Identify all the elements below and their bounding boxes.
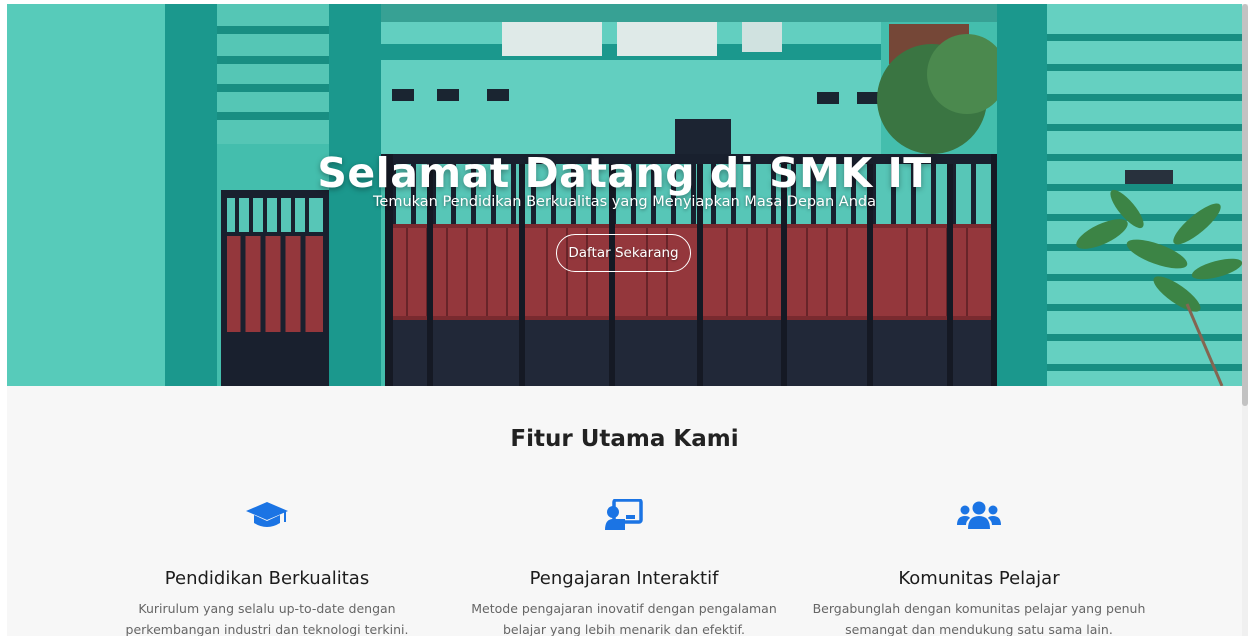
chalkboard-teacher-icon bbox=[451, 498, 797, 532]
vertical-scrollbar[interactable] bbox=[1242, 4, 1248, 636]
feature-title: Pendidikan Berkualitas bbox=[164, 568, 370, 589]
hero-subtitle: Temukan Pendidikan Berkualitas yang Meny… bbox=[373, 194, 876, 210]
hero-section: Selamat Datang di SMK IT Temukan Pendidi… bbox=[7, 4, 1242, 386]
users-icon bbox=[806, 498, 1152, 532]
feature-card-interactive-teaching: Pengajaran Interaktif Metode pengajaran … bbox=[451, 498, 797, 636]
feature-title: Komunitas Pelajar bbox=[898, 568, 1060, 589]
feature-card-quality-education: Pendidikan Berkualitas Kurirulum yang se… bbox=[94, 498, 440, 636]
scrollbar-thumb[interactable] bbox=[1242, 4, 1248, 406]
hero-title: Selamat Datang di SMK IT bbox=[317, 149, 932, 198]
feature-title: Pengajaran Interaktif bbox=[529, 568, 719, 589]
feature-description: Kurirulum yang selalu up-to-date dengan … bbox=[125, 601, 409, 636]
graduation-cap-icon bbox=[94, 498, 440, 532]
feature-card-student-community: Komunitas Pelajar Bergabunglah dengan ko… bbox=[806, 498, 1152, 636]
page: Selamat Datang di SMK IT Temukan Pendidi… bbox=[7, 4, 1242, 636]
features-section: Fitur Utama Kami Pendidikan Berkualitas … bbox=[7, 386, 1242, 636]
feature-description: Metode pengajaran inovatif dengan pengal… bbox=[471, 601, 777, 636]
features-title: Fitur Utama Kami bbox=[510, 426, 739, 452]
register-now-button[interactable]: Daftar Sekarang bbox=[556, 234, 691, 272]
feature-description: Bergabunglah dengan komunitas pelajar ya… bbox=[812, 601, 1146, 636]
